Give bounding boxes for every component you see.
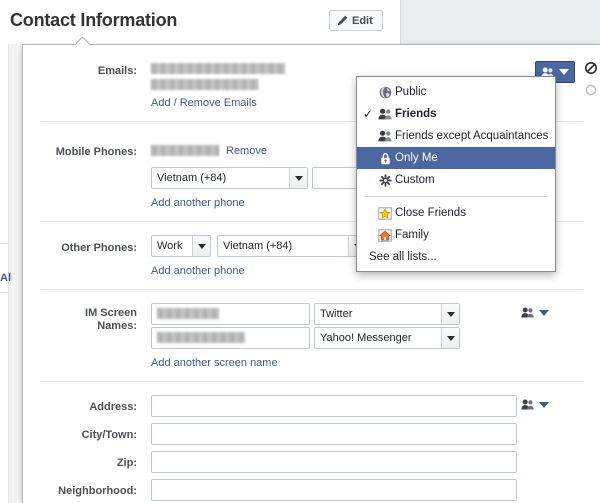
background-rail-divider-top	[0, 243, 9, 244]
audience-option-custom-label: Custom	[395, 174, 435, 186]
friends-icon	[375, 108, 395, 120]
chevron-down-icon	[289, 168, 307, 188]
edit-button[interactable]: Edit	[329, 10, 383, 31]
mobile-phones-value	[151, 145, 219, 156]
blocked-control[interactable]	[585, 62, 600, 74]
address-input[interactable]	[151, 395, 517, 417]
emails-label: Emails:	[97, 65, 137, 77]
im-screen-name-input-2[interactable]	[151, 327, 310, 349]
other-phone-type-select[interactable]: Work	[151, 235, 211, 257]
row-divider	[41, 381, 583, 382]
chevron-down-icon	[539, 401, 549, 408]
audience-option-friends[interactable]: ✓ Friends	[357, 103, 555, 125]
gear-icon	[375, 173, 395, 187]
audience-see-all-lists[interactable]: See all lists...	[357, 246, 555, 268]
globe-icon	[375, 86, 395, 99]
city-town-input[interactable]	[151, 423, 517, 445]
im-screen-names-label-line1: IM Screen	[85, 307, 137, 319]
other-phone-country-select[interactable]: Vietnam (+84)	[217, 235, 367, 257]
im-service-select-2[interactable]: Yahoo! Messenger	[314, 327, 460, 349]
mobile-country-select[interactable]: Vietnam (+84)	[151, 167, 308, 189]
im-screen-name-value-1	[157, 308, 219, 319]
lock-icon	[375, 152, 395, 165]
im-screen-names-label-line2: Names:	[97, 320, 137, 332]
page-header: Contact Information Edit	[0, 0, 400, 44]
im-service-select-1-value: Twitter	[320, 308, 353, 320]
address-privacy-control[interactable]	[521, 399, 549, 410]
audience-list-close-friends-label: Close Friends	[395, 207, 466, 219]
audience-option-friends-except-acquaintances-label: Friends except Acquaintances	[395, 130, 549, 142]
visibility-control[interactable]	[585, 84, 600, 96]
audience-option-only-me-label: Only Me	[395, 152, 438, 164]
audience-option-only-me[interactable]: Only Me	[357, 147, 555, 169]
im-privacy-control[interactable]	[521, 307, 549, 318]
mobile-phone-remove-link[interactable]: Remove	[226, 145, 267, 158]
neighborhood-input[interactable]	[151, 479, 517, 501]
im-service-select-2-value: Yahoo! Messenger	[320, 332, 412, 344]
audience-selector-menu: Public ✓ Friends Friends except Acquaint…	[356, 76, 556, 272]
emails-value-line1	[151, 63, 285, 74]
mobile-country-select-value: Vietnam (+84)	[157, 172, 227, 184]
add-another-phone-link-other[interactable]: Add another phone	[151, 265, 245, 278]
zip-label: Zip:	[116, 457, 137, 469]
neighborhood-label: Neighborhood:	[58, 485, 137, 497]
audience-option-public[interactable]: Public	[357, 81, 555, 103]
add-another-phone-link-mobile[interactable]: Add another phone	[151, 197, 245, 210]
panel-caret	[76, 37, 92, 45]
chevron-down-icon	[559, 69, 569, 75]
audience-option-friends-except-acquaintances[interactable]: Friends except Acquaintances	[357, 125, 555, 147]
other-phones-label: Other Phones:	[61, 242, 137, 254]
audience-see-all-lists-label: See all lists...	[369, 251, 437, 263]
im-service-select-1[interactable]: Twitter	[314, 303, 460, 325]
audience-list-family-label: Family	[395, 229, 429, 241]
im-screen-name-value-2	[157, 332, 245, 343]
friends-icon	[521, 399, 534, 410]
address-label: Address:	[89, 401, 137, 413]
blocked-icon	[585, 62, 597, 74]
page-title: Contact Information	[10, 10, 178, 30]
chevron-down-icon	[539, 309, 549, 316]
edit-button-label: Edit	[352, 14, 373, 27]
zip-input[interactable]	[151, 451, 517, 473]
audience-option-public-label: Public	[395, 86, 427, 98]
add-remove-emails-link[interactable]: Add / Remove Emails	[151, 97, 257, 110]
chevron-down-icon	[192, 236, 210, 256]
chevron-down-icon	[441, 328, 459, 348]
friends-icon	[521, 307, 534, 318]
check-icon: ✓	[362, 107, 374, 121]
star-icon	[375, 206, 395, 220]
house-icon	[375, 228, 395, 242]
background-rail-divider-bottom	[0, 292, 9, 293]
audience-list-family[interactable]: Family	[357, 224, 555, 246]
background-page-right	[400, 0, 600, 45]
background-all-link[interactable]: All	[0, 272, 12, 285]
audience-option-friends-label: Friends	[395, 108, 437, 120]
add-another-screen-name-link[interactable]: Add another screen name	[151, 357, 278, 370]
audience-option-custom[interactable]: Custom	[357, 169, 555, 191]
circle-icon	[585, 84, 597, 96]
chevron-down-icon	[441, 304, 459, 324]
im-screen-name-input-1[interactable]	[151, 303, 310, 325]
row-divider	[41, 289, 583, 290]
other-phone-type-value: Work	[157, 240, 183, 252]
city-town-label: City/Town:	[81, 429, 137, 441]
audience-list-close-friends[interactable]: Close Friends	[357, 202, 555, 224]
other-phone-country-value: Vietnam (+84)	[223, 240, 293, 252]
mobile-phones-label: Mobile Phones:	[55, 146, 137, 158]
pencil-icon	[337, 15, 348, 26]
menu-divider	[365, 196, 547, 197]
emails-value-line2	[151, 79, 259, 90]
friends-icon	[375, 130, 395, 142]
